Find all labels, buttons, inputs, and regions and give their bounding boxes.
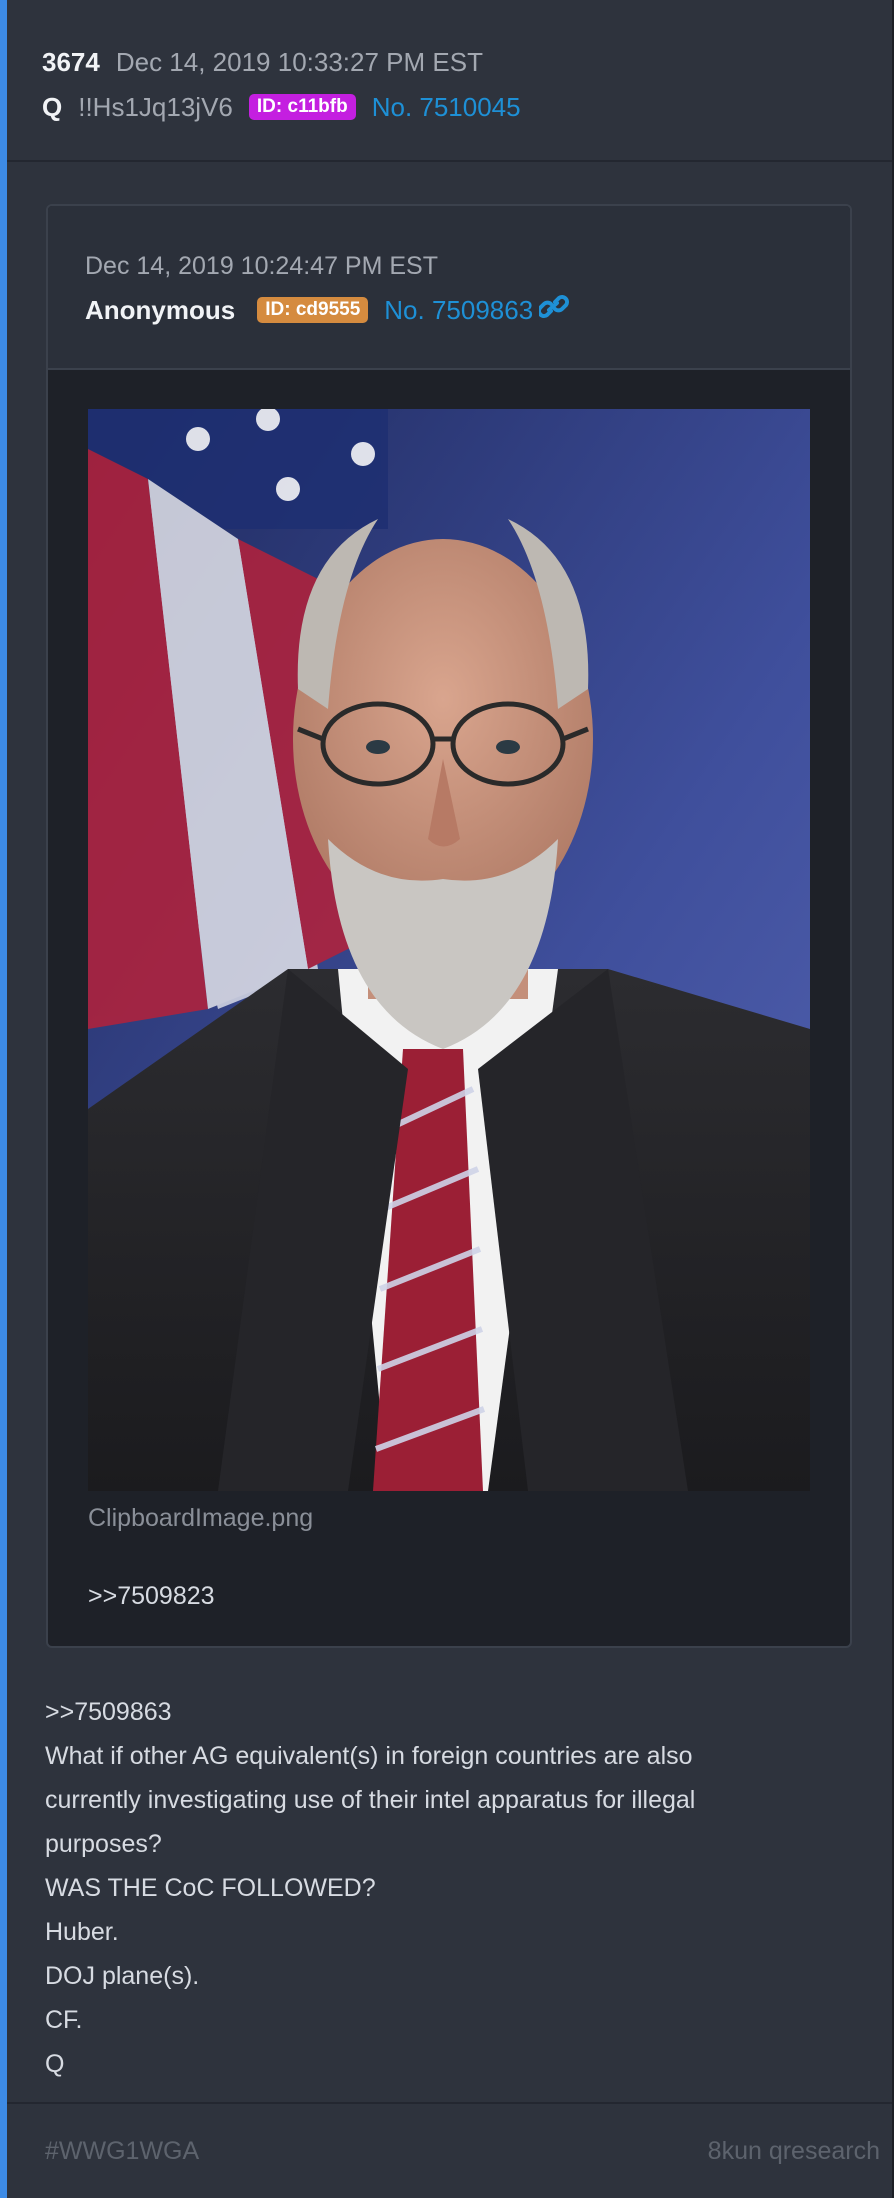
post-number: 3674	[42, 46, 100, 77]
body-line: CF.	[45, 2006, 83, 2034]
body-line: What if other AG equivalent(s) in foreig…	[45, 1742, 693, 1770]
body-line: purposes?	[45, 1830, 162, 1858]
link-icon[interactable]	[537, 294, 570, 327]
quoted-post-id-badge: ID: cd9555	[257, 297, 369, 323]
portrait-image[interactable]	[88, 409, 810, 1491]
post-tripcode: !!Hs1Jq13jV6	[78, 91, 233, 122]
post-id-badge: ID: c11bfb	[248, 94, 356, 120]
q-post-card: 3674 Dec 14, 2019 10:33:27 PM EST Q !!Hs…	[0, 0, 894, 2198]
post-date: Dec 14, 2019 10:33:27 PM EST	[115, 46, 483, 77]
body-line: currently investigating use of their int…	[45, 1786, 696, 1814]
image-filename[interactable]: ClipboardImage.png	[88, 1504, 313, 1533]
quoted-post-date: Dec 14, 2019 10:24:47 PM EST	[85, 252, 438, 280]
body-line: Q	[45, 2050, 65, 2078]
body-line: DOJ plane(s).	[45, 1962, 200, 1990]
post-body: >>7509863 What if other AG equivalent(s)…	[45, 1690, 845, 2086]
quoted-post-number-link[interactable]: No. 7509863	[384, 295, 533, 326]
quoted-post: Dec 14, 2019 10:24:47 PM EST Anonymous I…	[46, 204, 852, 1648]
source-label: 8kun qresearch	[707, 2136, 880, 2165]
quoted-reply-ref[interactable]: >>7509823	[88, 1582, 215, 1611]
body-line: WAS THE CoC FOLLOWED?	[45, 1874, 376, 1902]
post-header: 3674 Dec 14, 2019 10:33:27 PM EST Q !!Hs…	[7, 0, 892, 162]
quoted-post-author: Anonymous	[85, 294, 236, 325]
post-author: Q	[42, 91, 63, 122]
quoted-post-header: Dec 14, 2019 10:24:47 PM EST Anonymous I…	[48, 206, 850, 370]
post-footer: #WWG1WGA 8kun qresearch	[7, 2102, 892, 2198]
body-line: Huber.	[45, 1918, 119, 1946]
hashtag: #WWG1WGA	[45, 2136, 200, 2165]
body-line[interactable]: >>7509863	[45, 1690, 845, 1734]
post-number-link[interactable]: No. 7510045	[372, 92, 521, 123]
